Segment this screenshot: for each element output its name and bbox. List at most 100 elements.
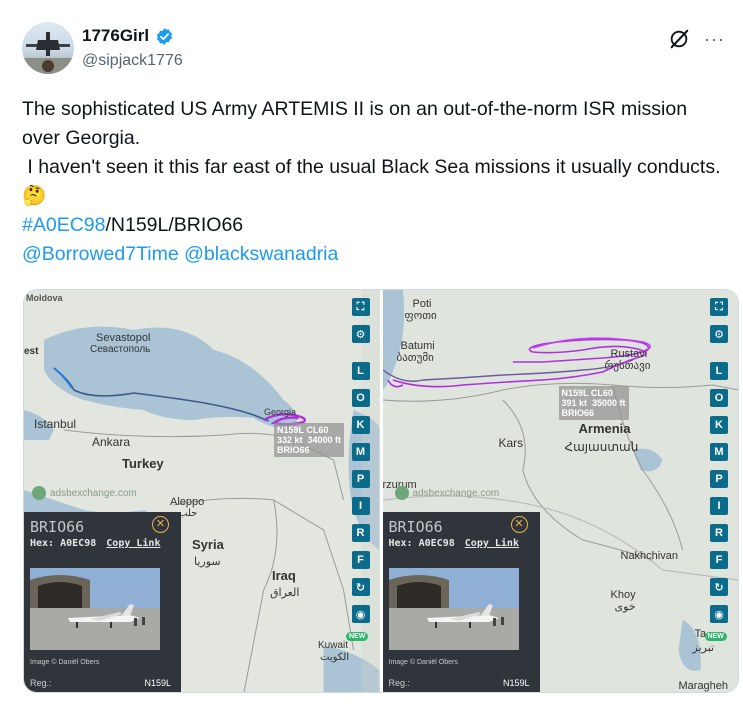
photo-credit: Image © Daniël Obers	[30, 659, 100, 666]
map-sidebar-buttons: ⛶ ⚙ L O K M P I R F ↻ ◉	[710, 298, 728, 632]
map-label-khoy-fa: خوی	[614, 601, 636, 613]
map-button-o[interactable]: O	[351, 389, 370, 407]
map-button-i[interactable]: I	[710, 497, 728, 515]
settings-gear-icon[interactable]: ⚙	[351, 325, 370, 343]
map-button-r[interactable]: R	[351, 524, 370, 542]
settings-gear-icon[interactable]: ⚙	[710, 325, 728, 343]
map-label-tabriz-fa: تبریز	[692, 642, 715, 654]
watermark-text: adsbexchange.com	[412, 487, 500, 499]
map-label-batumi: Batumi	[400, 340, 435, 352]
map-label-nakhchivan: Nakhchivan	[620, 550, 678, 562]
map-button-f[interactable]: F	[351, 551, 370, 569]
photo-credit: Image © Daniël Obers	[388, 659, 458, 666]
watermark: adsbexchange.com	[394, 486, 500, 500]
tweet-mentions: @Borrowed7Time @blackswanadria	[22, 240, 722, 269]
map-sidebar-buttons: ⛶ ⚙ L O K M P I R F ↻ ◉	[351, 298, 370, 632]
reg-label: Reg.:	[30, 678, 52, 688]
tags-text: /N159L/BRIO66	[105, 214, 244, 236]
watermark-text: adsbexchange.com	[50, 487, 137, 499]
aircraft-photo	[388, 568, 519, 650]
watermark: adsbexchange.com	[32, 486, 137, 500]
map-label-iraq: Iraq	[272, 568, 296, 583]
tweet-body: The sophisticated US Army ARTEMIS II is …	[22, 95, 722, 269]
mention-link-blackswanadria[interactable]: @blackswanadria	[184, 243, 338, 265]
map-label-kuwait-ar: الكويت	[320, 652, 350, 663]
map-label-istanbul: Istanbul	[34, 417, 77, 431]
map-label-est: est	[24, 346, 39, 357]
aircraft-info-label[interactable]: N159L CL60 332 kt 34000 ft BRIO66	[274, 423, 345, 457]
fullscreen-icon[interactable]: ⛶	[351, 298, 370, 316]
grok-icon[interactable]	[668, 28, 690, 50]
reg-value: N159L	[502, 678, 530, 688]
avatar[interactable]	[22, 22, 74, 74]
tweet-line-2: I haven't seen it this far east of the u…	[22, 156, 726, 207]
copy-link[interactable]: Copy Link	[106, 538, 160, 549]
map-button-i[interactable]: I	[351, 497, 370, 515]
map-label-batumi-ka: ბათუმი	[396, 352, 434, 364]
map-label-rustavi-ka: რუსთავი	[604, 360, 651, 372]
tweet-media[interactable]: Moldova Sevastopol Севастополь est Istan…	[23, 289, 739, 693]
map-button-o[interactable]: O	[710, 389, 728, 407]
copy-link[interactable]: Copy Link	[465, 538, 519, 549]
map-button-m[interactable]: M	[351, 443, 370, 461]
infobox-hex-row: Hex: A0EC98 Copy Link	[389, 538, 519, 549]
map-panel-left[interactable]: Moldova Sevastopol Севастополь est Istan…	[24, 290, 380, 692]
map-button-r[interactable]: R	[710, 524, 728, 542]
map-label-maragheh: Maragheh	[678, 680, 729, 692]
map-button-k[interactable]: K	[351, 416, 370, 434]
eye-icon[interactable]: ◉	[710, 605, 728, 623]
hex-label: Hex:	[388, 538, 413, 549]
map-button-p[interactable]: P	[710, 470, 728, 488]
more-options-icon[interactable]: ···	[704, 30, 725, 48]
infobox-callsign: BRIO66	[30, 518, 85, 536]
map-button-f[interactable]: F	[710, 551, 728, 569]
close-icon[interactable]: ✕	[152, 516, 169, 533]
map-button-l[interactable]: L	[710, 362, 728, 380]
map-label-sevastopol-ru: Севастополь	[90, 344, 151, 355]
map-label-rustavi: Rustavi	[610, 348, 648, 360]
replay-icon[interactable]: ↻	[710, 578, 728, 596]
map-label-georgia: Georgia	[264, 407, 297, 417]
map-panel-right[interactable]: Poti ფოთი Batumi ბათუმი Rustavi რუსთავი …	[382, 290, 738, 692]
map-label-syria-ar: سوريا	[194, 556, 221, 568]
map-label-iraq-ar: العراق	[270, 587, 300, 599]
map-label-aleppo: Aleppo	[170, 496, 205, 508]
hex-value: A0EC98	[60, 538, 97, 549]
map-label-kuwait: Kuwait	[318, 640, 349, 651]
map-label-turkey: Turkey	[122, 456, 164, 471]
display-name[interactable]: 1776Girl	[82, 26, 149, 46]
eye-icon[interactable]: ◉	[351, 605, 370, 623]
map-label-kars: Kars	[498, 436, 524, 450]
adsbexchange-logo-icon	[394, 486, 409, 500]
replay-icon[interactable]: ↻	[351, 578, 370, 596]
mention-link-borrowed7time[interactable]: @Borrowed7Time	[22, 243, 179, 265]
close-icon[interactable]: ✕	[510, 516, 528, 533]
aircraft-photo-image	[30, 568, 160, 650]
fullscreen-icon[interactable]: ⛶	[710, 298, 728, 316]
tweet-tags: #A0EC98/N159L/BRIO66	[22, 211, 722, 240]
new-badge: NEW	[346, 632, 369, 641]
infobox-hex-row: Hex: A0EC98 Copy Link	[30, 538, 160, 549]
map-label-ankara: Ankara	[92, 435, 131, 449]
hashtag-link[interactable]: #A0EC98	[22, 214, 105, 236]
aircraft-photo-image	[388, 568, 519, 650]
tweet-header: 1776Girl @sipjack1776 ···	[22, 22, 725, 82]
map-button-p[interactable]: P	[351, 470, 370, 488]
map-label-moldova: Moldova	[26, 293, 63, 303]
hex-label: Hex:	[30, 538, 55, 549]
aircraft-avatar-icon	[22, 32, 74, 74]
map-label-poti: Poti	[412, 298, 432, 310]
map-label-khoy: Khoy	[610, 589, 636, 601]
tweet-line-1: The sophisticated US Army ARTEMIS II is …	[22, 98, 693, 149]
map-button-m[interactable]: M	[710, 443, 728, 461]
reg-label: Reg.:	[388, 678, 411, 688]
infobox-callsign: BRIO66	[388, 518, 443, 536]
aircraft-photo	[30, 568, 160, 650]
new-badge: NEW	[704, 632, 727, 641]
aircraft-info-label[interactable]: N159L CL60 391 kt 35000 ft BRIO66	[558, 386, 629, 420]
map-label-sevastopol: Sevastopol	[96, 332, 151, 344]
map-button-l[interactable]: L	[351, 362, 370, 380]
aircraft-infobox: BRIO66 ✕ Hex: A0EC98 Copy Link Image © D…	[382, 512, 540, 692]
user-handle[interactable]: @sipjack1776	[82, 52, 183, 70]
map-button-k[interactable]: K	[710, 416, 728, 434]
